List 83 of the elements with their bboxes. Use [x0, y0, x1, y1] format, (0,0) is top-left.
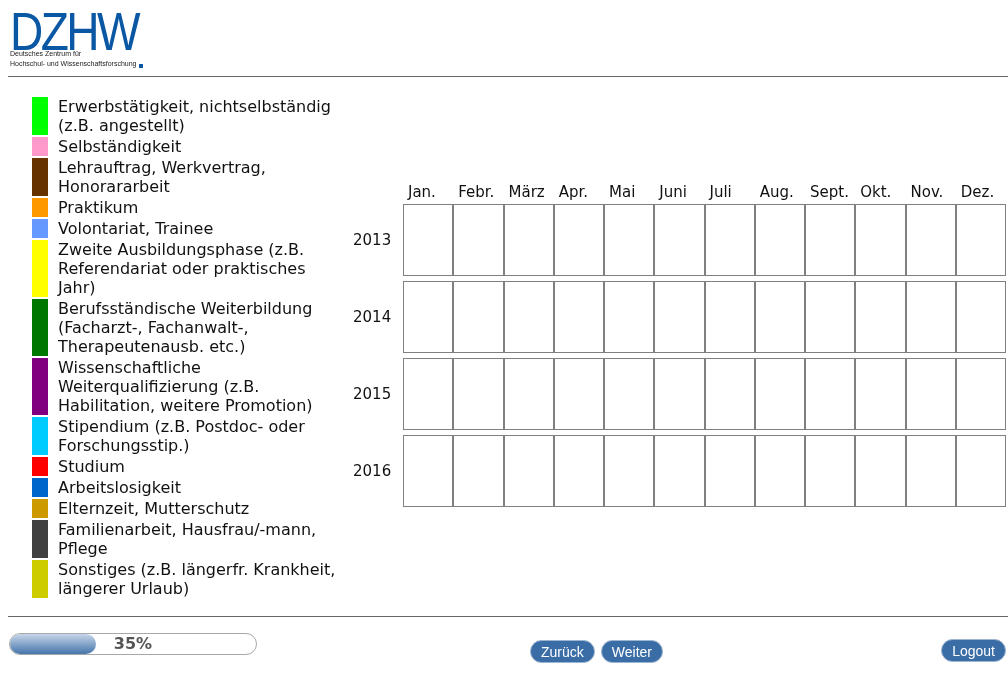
legend-label: Sonstiges (z.B. längerfr. Krankheit, längerer Urlaub) [58, 560, 337, 598]
year-label: 2016 [353, 461, 392, 481]
calendar-cell[interactable] [754, 281, 805, 353]
calendar-cell[interactable] [955, 281, 1006, 353]
month-label: Juli [709, 182, 732, 203]
month-label: März [508, 182, 545, 203]
year-label: 2014 [353, 307, 392, 327]
legend-label: Stipendium (z.B. Postdoc- oder Forschungsstip.) [58, 417, 306, 455]
legend-label: Elternzeit, Mutterschutz [58, 499, 251, 518]
calendar-cell[interactable] [955, 204, 1006, 276]
calendar-cell[interactable] [654, 435, 705, 507]
calendar-cell[interactable] [955, 435, 1006, 507]
legend-label: Volontariat, Trainee [58, 219, 215, 238]
calendar-cell[interactable] [453, 204, 504, 276]
calendar-cell[interactable] [704, 204, 755, 276]
calendar-cell[interactable] [654, 204, 705, 276]
calendar-cell[interactable] [805, 435, 856, 507]
legend-label: Lehrauftrag, Werkvertrag, Honorararbeit [58, 158, 267, 196]
logout-button[interactable]: Logout [941, 639, 1006, 662]
month-label: Apr. [558, 182, 589, 203]
legend-label: Selbständigkeit [58, 137, 183, 156]
calendar-cell[interactable] [905, 281, 956, 353]
calendar-cell[interactable] [754, 358, 805, 430]
calendar-cell[interactable] [855, 204, 906, 276]
calendar-cell[interactable] [453, 358, 504, 430]
calendar-cell[interactable] [754, 435, 805, 507]
year-label: 2013 [353, 230, 392, 250]
calendar-cell[interactable] [453, 435, 504, 507]
calendar-cell[interactable] [855, 435, 906, 507]
calendar-cell[interactable] [955, 358, 1006, 430]
calendar-cell[interactable] [754, 204, 805, 276]
legend-label: Studium [58, 457, 126, 476]
month-label: Aug. [759, 182, 794, 203]
legend-label: Wissenschaftliche Weiterqualifizierung (z.B. Habilitation, weitere Promotion) [58, 358, 314, 415]
calendar-cell[interactable] [453, 281, 504, 353]
calendar-cell[interactable] [553, 204, 604, 276]
legend-label: Familienarbeit, Hausfrau/-mann, Pflege [58, 520, 318, 558]
month-label: Mai [609, 182, 636, 203]
calendar-cell[interactable] [403, 435, 454, 507]
legend-label: Zweite Ausbildungsphase (z.B. Referendariat oder praktisches Jahr) [58, 240, 307, 297]
calendar-cell[interactable] [855, 281, 906, 353]
calendar-cell[interactable] [503, 281, 554, 353]
nav-button[interactable]: Weiter [600, 640, 663, 663]
calendar-cell[interactable] [654, 281, 705, 353]
calendar-cell[interactable] [403, 281, 454, 353]
calendar-cell[interactable] [503, 204, 554, 276]
month-label: Juni [659, 182, 687, 203]
calendar-cell[interactable] [905, 435, 956, 507]
calendar-cell[interactable] [805, 204, 856, 276]
calendar-cell[interactable] [403, 204, 454, 276]
calendar-cell[interactable] [503, 435, 554, 507]
calendar-cell[interactable] [704, 435, 755, 507]
calendar-cell[interactable] [553, 358, 604, 430]
legend-label: Praktikum [58, 198, 140, 217]
month-label: Jan. [408, 182, 436, 203]
calendar-cell[interactable] [704, 358, 755, 430]
year-label: 2015 [353, 384, 392, 404]
logo-wordmark: DZHW [10, 12, 138, 52]
legend-label: Berufsständische Weiterbildung (Facharzt-, Fachanwalt-, Therapeutenausb. etc.) [58, 299, 314, 356]
calendar-cell[interactable] [805, 358, 856, 430]
calendar-cell[interactable] [905, 204, 956, 276]
calendar-cell[interactable] [604, 435, 655, 507]
calendar-cell[interactable] [704, 281, 755, 353]
legend-label: Arbeitslosigkeit [58, 478, 182, 497]
calendar-cell[interactable] [553, 281, 604, 353]
calendar-cell[interactable] [403, 358, 454, 430]
calendar-cell[interactable] [604, 204, 655, 276]
calendar-cell[interactable] [855, 358, 906, 430]
calendar-cell[interactable] [604, 358, 655, 430]
calendar-cell[interactable] [654, 358, 705, 430]
month-label: Okt. [860, 182, 892, 203]
calendar-cell[interactable] [553, 435, 604, 507]
month-label: Febr. [458, 182, 495, 203]
month-label: Nov. [910, 182, 944, 203]
nav-button[interactable]: Zurück [530, 640, 595, 663]
legend-label: Erwerbstätigkeit, nichtselbständig (z.B. angestellt) [58, 97, 332, 135]
calendar-cell[interactable] [905, 358, 956, 430]
calendar-cell[interactable] [604, 281, 655, 353]
progress-label: 35% [113, 635, 153, 653]
month-label: Sept. [810, 182, 849, 203]
month-label: Dez. [960, 182, 995, 203]
calendar-cell[interactable] [503, 358, 554, 430]
calendar-cell[interactable] [805, 281, 856, 353]
